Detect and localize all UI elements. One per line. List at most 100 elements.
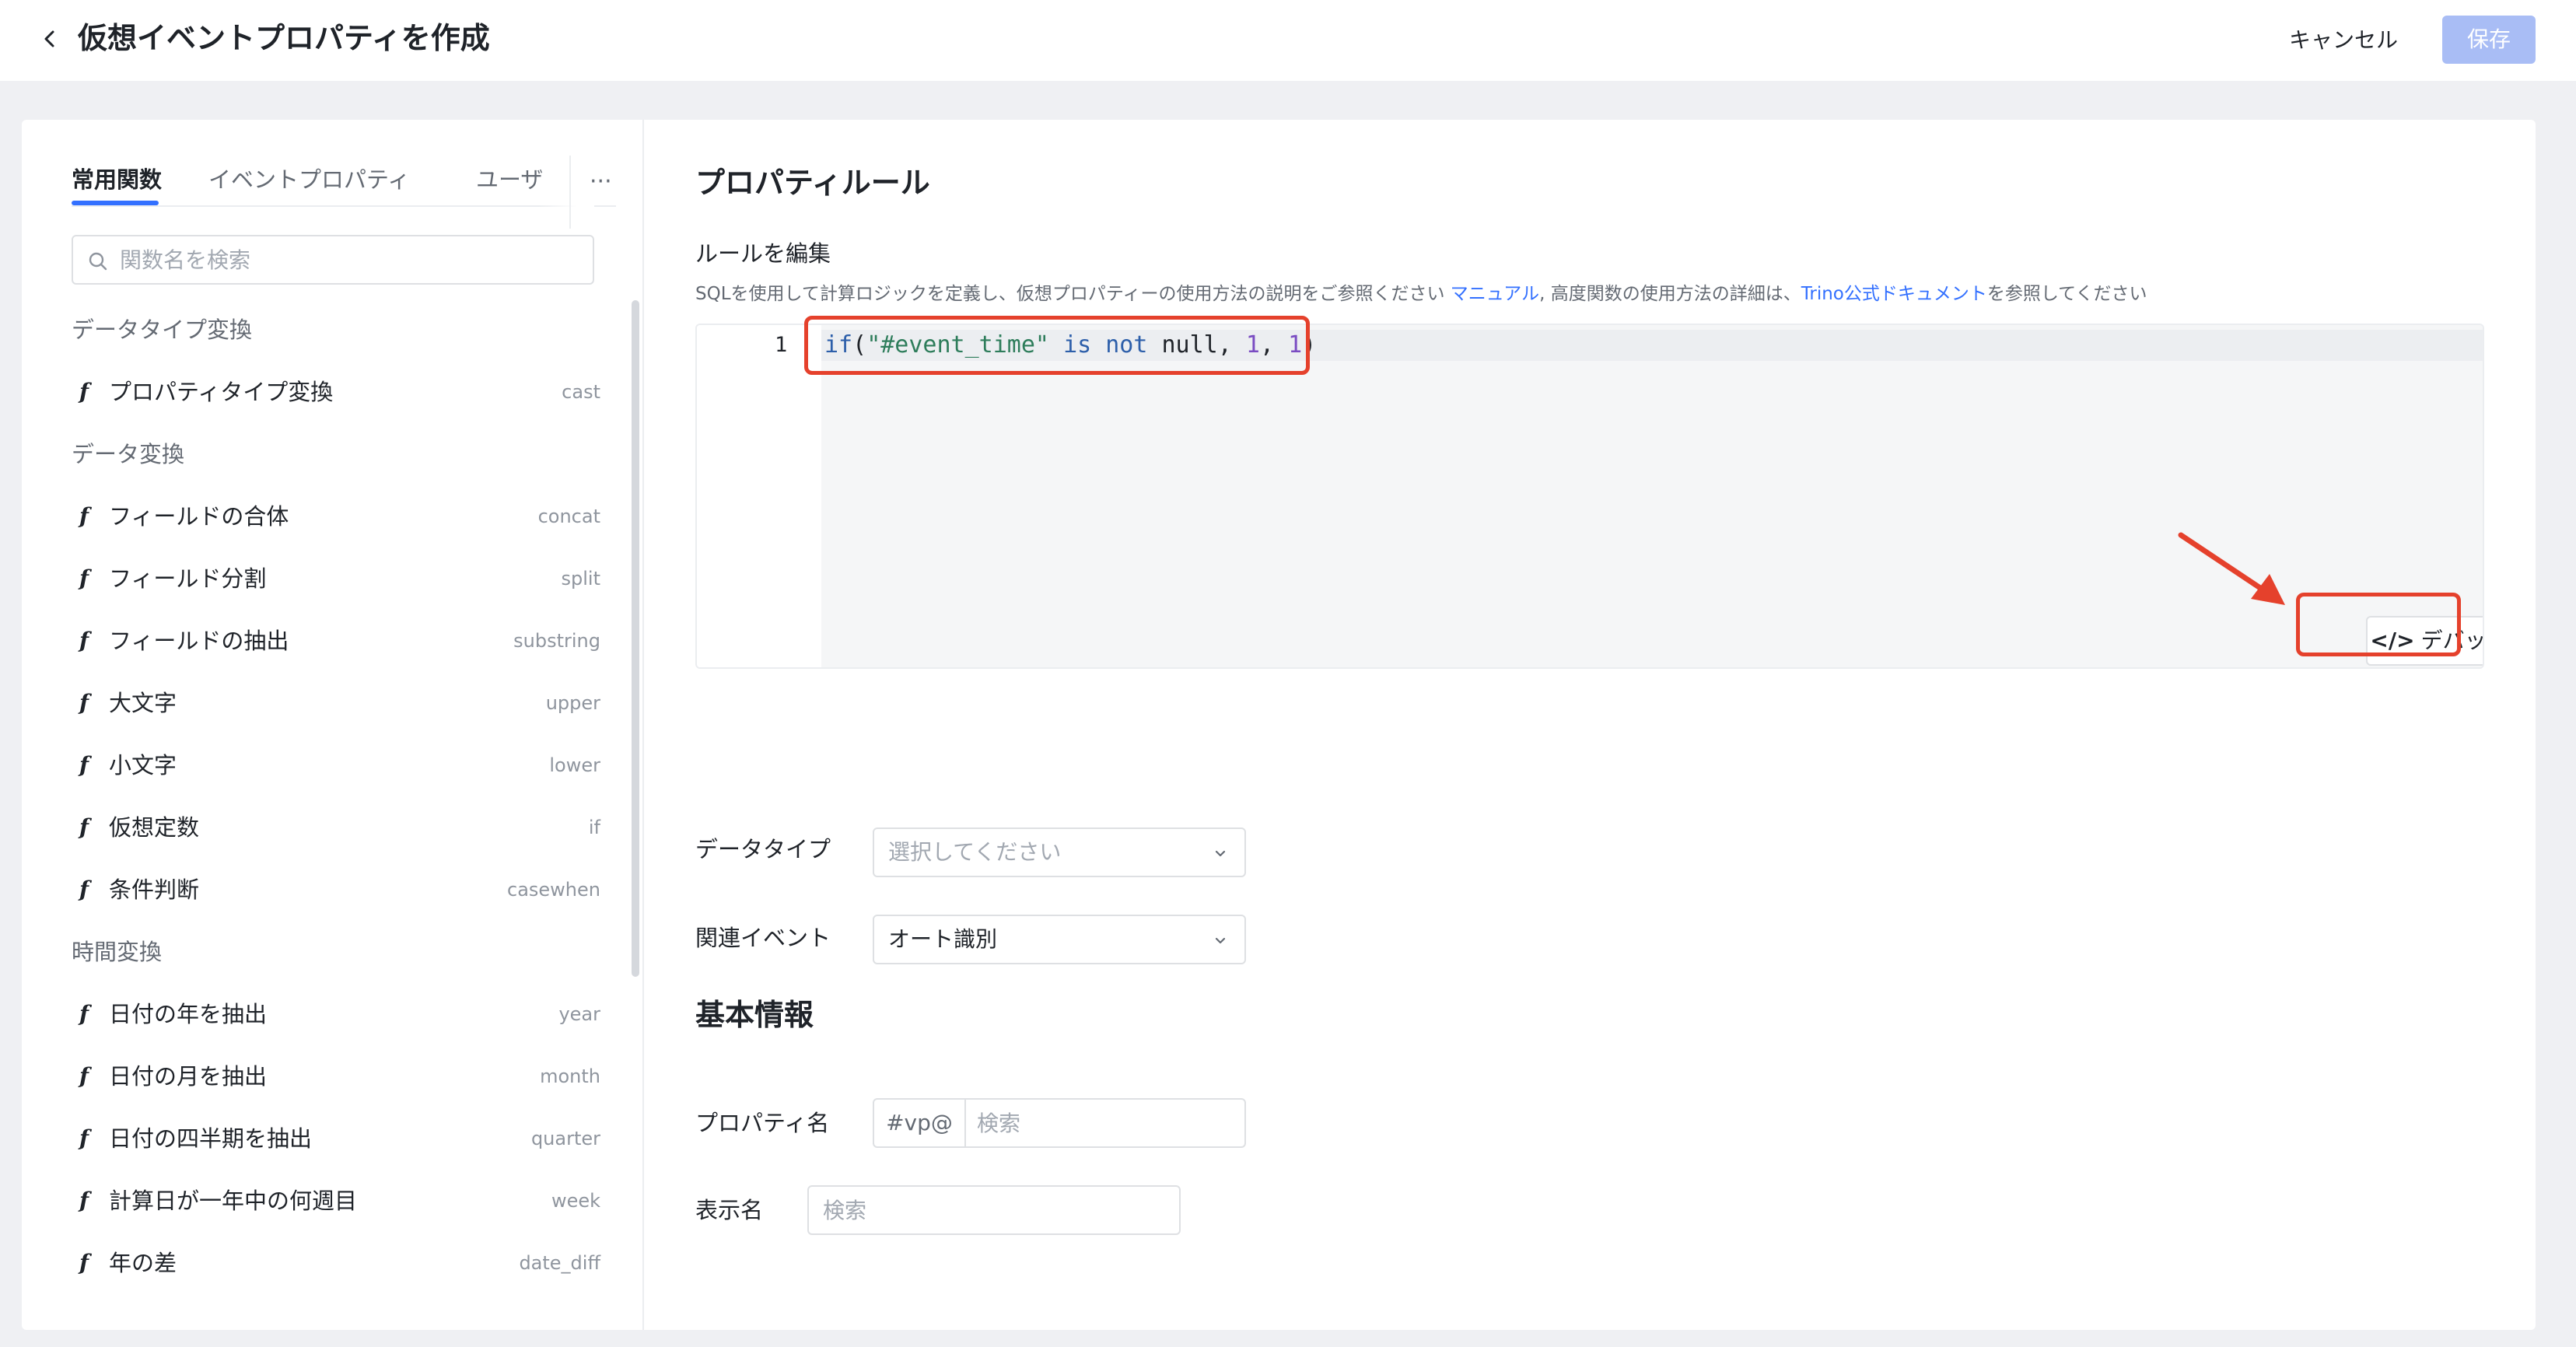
function-code: lower: [549, 754, 600, 776]
debug-highlight-annotation: [2296, 593, 2461, 656]
function-code: casewhen: [507, 879, 600, 901]
sql-code-editor[interactable]: 1 if("#event_time" is not null, 1, 1) </…: [695, 324, 2484, 669]
arrow-annotation-icon: [2178, 532, 2285, 605]
active-tab-indicator: [72, 201, 159, 205]
display-name-input[interactable]: [823, 1191, 1165, 1229]
function-code: date_diff: [519, 1252, 600, 1274]
function-code: split: [561, 568, 600, 590]
function-item-month[interactable]: f 日付の月を抽出 month: [72, 1045, 600, 1107]
function-name: 計算日が一年中の何週目: [109, 1188, 358, 1214]
editor-code-area[interactable]: if("#event_time" is not null, 1, 1): [821, 325, 2483, 667]
chevron-down-icon: [1215, 850, 1226, 857]
related-event-select[interactable]: オート識別: [873, 915, 1246, 964]
function-icon: f: [79, 1188, 89, 1213]
function-icon: f: [79, 503, 89, 529]
function-item-cast[interactable]: f プロパティタイプ変換 cast: [72, 361, 600, 423]
tab-user-properties[interactable]: ユーザ: [476, 156, 543, 204]
tab-divider: [569, 156, 571, 229]
data-type-select[interactable]: 選択してください: [873, 827, 1246, 877]
function-name: 日付の四半期を抽出: [109, 1125, 313, 1152]
function-code: upper: [545, 692, 600, 714]
function-name: 日付の月を抽出: [109, 1063, 268, 1090]
function-name: フィールドの合体: [109, 503, 289, 530]
function-icon: f: [79, 565, 89, 591]
function-item-substring[interactable]: f フィールドの抽出 substring: [72, 610, 600, 672]
function-icon: f: [79, 752, 89, 778]
edit-rule-label: ルールを編集: [695, 240, 831, 267]
function-code: concat: [537, 506, 600, 527]
function-group-title: 時間変換: [72, 939, 163, 965]
description-text: , 高度関数の使用方法の詳細は、: [1539, 284, 1801, 304]
function-name: 大文字: [109, 690, 177, 716]
property-name-input[interactable]: [977, 1104, 1234, 1142]
property-name-prefix: #vp@: [874, 1100, 966, 1146]
function-icon: f: [79, 1001, 89, 1027]
editor-gutter: 1: [697, 325, 821, 667]
function-name: フィールド分割: [109, 565, 267, 592]
cancel-button[interactable]: キャンセル: [2271, 19, 2416, 62]
function-item-casewhen[interactable]: f 条件判断 casewhen: [72, 859, 600, 921]
search-icon: [89, 252, 107, 271]
display-name-label: 表示名: [695, 1197, 764, 1223]
function-name: 年の差: [109, 1250, 177, 1276]
function-name: 仮想定数: [109, 814, 200, 841]
property-name-field: #vp@: [873, 1098, 1246, 1148]
function-name: プロパティタイプ変換: [109, 379, 334, 405]
function-code: year: [558, 1003, 600, 1025]
tab-overflow-fade: [538, 156, 594, 229]
function-item-concat[interactable]: f フィールドの合体 concat: [72, 485, 600, 548]
function-code: week: [551, 1190, 600, 1212]
property-rule-title: プロパティルール: [695, 166, 930, 200]
more-icon[interactable]: ···: [590, 159, 612, 205]
function-item-upper[interactable]: f 大文字 upper: [72, 672, 600, 734]
function-name: フィールドの抽出: [109, 628, 289, 654]
save-button[interactable]: 保存: [2442, 16, 2536, 64]
rule-editor-panel: プロパティルール ルールを編集 SQLを使用して計算ロジックを定義し、仮想プロパ…: [646, 120, 2536, 1330]
related-event-value: オート識別: [888, 926, 998, 952]
description-text: を参照してください: [1986, 284, 2147, 304]
function-code: quarter: [530, 1128, 600, 1149]
function-icon: f: [79, 1063, 89, 1089]
function-item-date-diff[interactable]: f 年の差 date_diff: [72, 1232, 600, 1294]
tab-label: 常用関数: [72, 166, 163, 193]
function-icon: f: [79, 876, 89, 902]
back-chevron-icon[interactable]: [34, 23, 65, 54]
function-group-title: データタイプ変換: [72, 317, 253, 343]
function-name: 小文字: [109, 752, 177, 778]
page-title: 仮想イベントプロパティを作成: [78, 21, 490, 55]
tab-event-properties[interactable]: イベントプロパティ: [208, 156, 410, 204]
data-type-placeholder: 選択してください: [888, 839, 1062, 865]
function-icon: f: [79, 628, 89, 653]
manual-link[interactable]: マニュアル: [1451, 284, 1539, 304]
related-event-label: 関連イベント: [695, 925, 831, 951]
tab-label: イベントプロパティ: [208, 166, 411, 193]
function-icon: f: [79, 1250, 89, 1275]
function-item-split[interactable]: f フィールド分割 split: [72, 548, 600, 610]
function-icon: f: [79, 814, 89, 840]
trino-docs-link[interactable]: Trino公式ドキュメント: [1801, 284, 1987, 304]
function-item-year[interactable]: f 日付の年を抽出 year: [72, 983, 600, 1045]
function-panel: 常用関数 イベントプロパティ ユーザ ··· データタイプ変換 f プロパティタイプ…: [22, 120, 644, 1330]
rule-description: SQLを使用して計算ロジックを定義し、仮想プロパティーの使用方法の説明をご参照く…: [695, 282, 2147, 306]
function-item-week[interactable]: f 計算日が一年中の何週目 week: [72, 1170, 600, 1232]
function-item-quarter[interactable]: f 日付の四半期を抽出 quarter: [72, 1107, 600, 1170]
function-icon: f: [79, 690, 89, 715]
function-icon: f: [79, 1125, 89, 1151]
function-code: substring: [513, 630, 600, 652]
function-search-input[interactable]: [120, 241, 579, 278]
function-name: 日付の年を抽出: [109, 1001, 268, 1027]
property-name-label: プロパティ名: [695, 1110, 830, 1136]
function-list-scrollbar[interactable]: [632, 300, 639, 977]
display-name-field: [807, 1185, 1181, 1235]
function-code: month: [540, 1065, 600, 1087]
function-icon: f: [79, 379, 89, 404]
function-code: if: [588, 817, 600, 838]
basic-info-title: 基本情報: [695, 998, 814, 1032]
function-group-title: データ変換: [72, 441, 185, 467]
function-item-if[interactable]: f 仮想定数 if: [72, 796, 600, 859]
function-item-lower[interactable]: f 小文字 lower: [72, 734, 600, 796]
code-highlight-annotation: [804, 316, 1310, 375]
tab-common-functions[interactable]: 常用関数: [72, 156, 163, 205]
data-type-label: データタイプ: [695, 836, 831, 862]
main-card: 常用関数 イベントプロパティ ユーザ ··· データタイプ変換 f プロパティタイプ…: [22, 120, 2536, 1330]
